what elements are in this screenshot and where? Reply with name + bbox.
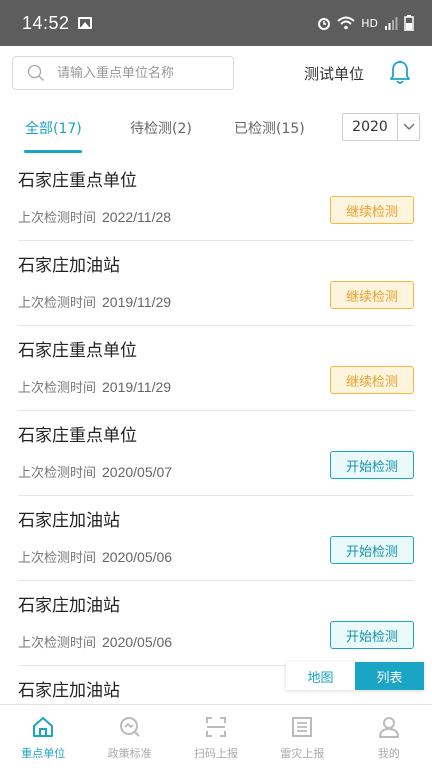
bell-icon [390, 60, 410, 84]
unit-label[interactable]: 测试单位 [304, 63, 364, 84]
year-select[interactable]: 2020 [342, 113, 420, 141]
last-check: 上次检测时间 2019/11/29 [18, 292, 171, 311]
chevron-down-icon [397, 114, 419, 140]
tab-done[interactable]: 已检测(15) [234, 118, 305, 138]
list-item[interactable]: 石家庄重点单位 上次检测时间 2020/05/07 开始检测 [18, 411, 414, 496]
last-check: 上次检测时间 2022/11/28 [18, 207, 171, 226]
view-toggle: 地图 列表 [286, 662, 424, 690]
unit-name: 石家庄加油站 [18, 511, 120, 531]
nav-label: 我的 [377, 747, 400, 760]
last-check-date: 2020/05/06 [102, 634, 173, 650]
unit-name: 石家庄加油站 [18, 681, 120, 701]
nav-item-lightning-report[interactable]: 雷灾上报 [259, 705, 345, 768]
nav-label: 政策标准 [107, 747, 152, 760]
nav-item-scan[interactable]: 扫码上报 [173, 705, 259, 768]
last-check: 上次检测时间 2020/05/06 [18, 547, 172, 566]
last-check-date: 2022/11/28 [102, 209, 172, 225]
alarm-icon [318, 18, 331, 30]
search-box[interactable] [12, 56, 234, 90]
nav-item-policy[interactable]: 政策标准 [86, 705, 172, 768]
unit-name: 石家庄重点单位 [18, 171, 137, 191]
nav-label: 扫码上报 [194, 747, 239, 760]
last-check-date: 2019/11/29 [102, 294, 172, 310]
active-tab-indicator [24, 150, 82, 153]
status-bar: 14:52 HD [0, 0, 432, 46]
start-check-button[interactable]: 开始检测 [330, 621, 414, 649]
search-icon [27, 64, 44, 81]
signal-icon [385, 17, 398, 30]
continue-check-button[interactable]: 继续检测 [330, 196, 414, 224]
list-view-button[interactable]: 列表 [355, 662, 424, 690]
filter-tabs: 全部(17) 待检测(2) 已检测(15) 2020 [0, 112, 432, 154]
user-icon [378, 717, 399, 738]
nav-label: 重点单位 [21, 747, 66, 760]
unit-name: 石家庄加油站 [18, 596, 120, 616]
continue-check-button[interactable]: 继续检测 [330, 366, 414, 394]
nav-item-key-units[interactable]: 重点单位 [0, 705, 86, 768]
unit-name: 石家庄加油站 [18, 256, 120, 276]
document-icon [292, 717, 313, 737]
start-check-button[interactable]: 开始检测 [330, 451, 414, 479]
list-item[interactable]: 石家庄重点单位 上次检测时间 2022/11/28 继续检测 [18, 156, 414, 241]
year-value: 2020 [352, 119, 388, 135]
unit-name: 石家庄重点单位 [18, 341, 137, 361]
list-item[interactable]: 石家庄加油站 上次检测时间 2020/05/06 开始检测 [18, 496, 414, 581]
last-check: 上次检测时间 2020/05/06 [18, 632, 172, 651]
battery-icon [404, 15, 414, 31]
tab-all[interactable]: 全部(17) [25, 118, 82, 138]
tab-pending[interactable]: 待检测(2) [130, 118, 192, 138]
network-type: HD [361, 16, 378, 30]
nav-label: 雷灾上报 [280, 747, 325, 760]
last-check-date: 2019/11/29 [102, 379, 172, 395]
last-check: 上次检测时间 2019/11/29 [18, 377, 171, 396]
header: 测试单位 [12, 56, 420, 90]
list-item[interactable]: 石家庄加油站 上次检测时间 2020/05/06 开始检测 [18, 581, 414, 666]
last-check-label: 上次检测时间 [18, 466, 97, 481]
list-item[interactable]: 石家庄加油站 上次检测时间 2019/11/29 继续检测 [18, 241, 414, 326]
policy-search-icon [119, 717, 140, 737]
last-check-label: 上次检测时间 [18, 636, 97, 651]
unit-name: 石家庄重点单位 [18, 426, 137, 446]
home-icon [33, 717, 54, 737]
map-view-button[interactable]: 地图 [286, 662, 355, 690]
status-time: 14:52 [22, 12, 70, 33]
notification-button[interactable] [388, 60, 412, 86]
scan-icon [206, 717, 227, 737]
last-check-label: 上次检测时间 [18, 381, 97, 396]
last-check-label: 上次检测时间 [18, 211, 97, 226]
continue-check-button[interactable]: 继续检测 [330, 281, 414, 309]
start-check-button[interactable]: 开始检测 [330, 536, 414, 564]
last-check: 上次检测时间 2020/05/07 [18, 462, 172, 481]
search-input[interactable] [57, 65, 217, 81]
last-check-date: 2020/05/06 [102, 549, 173, 565]
gallery-icon [77, 17, 92, 29]
bottom-nav: 重点单位 政策标准 扫码上报 雷灾上报 我的 [0, 704, 432, 768]
list-item[interactable]: 石家庄重点单位 上次检测时间 2019/11/29 继续检测 [18, 326, 414, 411]
last-check-label: 上次检测时间 [18, 551, 97, 566]
wifi-icon [337, 16, 355, 30]
last-check-date: 2020/05/07 [102, 464, 173, 480]
nav-item-mine[interactable]: 我的 [346, 705, 432, 768]
status-icons: HD [317, 15, 414, 31]
last-check-label: 上次检测时间 [18, 296, 97, 311]
